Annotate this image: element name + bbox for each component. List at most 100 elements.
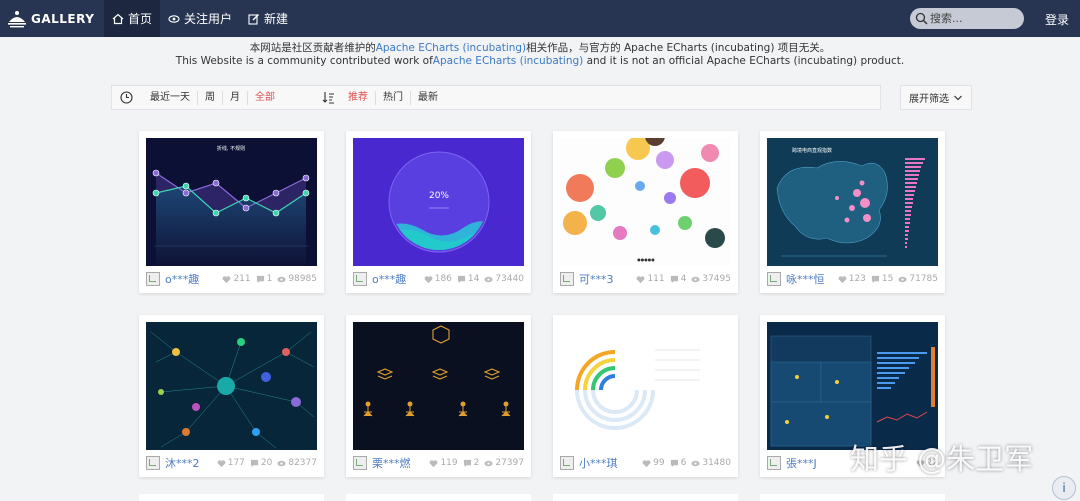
gallery-logo-icon [8, 10, 26, 27]
likes-count: 99 [653, 458, 665, 468]
gallery-card[interactable]: 小***琪 99 6 31480 [553, 315, 738, 477]
card-meta: 小***琪 99 6 31480 [560, 454, 731, 472]
likes-count: 186 [434, 274, 452, 284]
thumb-title-4: 跨境电商直观指数 [792, 147, 832, 154]
avatar[interactable] [353, 456, 367, 470]
comment-icon [250, 459, 259, 467]
gallery-card-partial[interactable] [139, 494, 324, 501]
filter-all[interactable]: 全部 [248, 91, 282, 105]
apache-echarts-link[interactable]: Apache ECharts (incubating) [376, 42, 526, 54]
filter-month[interactable]: 月 [223, 90, 248, 105]
heart-icon [637, 275, 645, 283]
edit-icon [248, 13, 260, 25]
avatar[interactable] [146, 456, 160, 470]
expand-filter-button[interactable]: 展开筛选 [900, 85, 972, 110]
views-count: 27397 [495, 458, 524, 468]
heart-icon [642, 459, 651, 467]
chart-thumbnail[interactable] [146, 322, 317, 450]
gallery-logo[interactable]: GALLERY [0, 0, 104, 37]
sort-icon [322, 92, 334, 104]
likes-count: 123 [848, 274, 866, 284]
eye-icon [168, 14, 180, 23]
eye-icon [691, 460, 700, 466]
chart-thumbnail[interactable] [767, 322, 938, 450]
card-meta: o***趣 186 14 73440 [353, 270, 524, 288]
watermark: 知乎 @朱卫军 [850, 442, 1034, 476]
gallery-card[interactable]: 跨境电商直观指数 咏***恒 123 15 71785 [760, 131, 945, 293]
top-navbar: GALLERY 首页 关注用户 新建 登录 [0, 0, 1080, 37]
disclaimer-notice: 本网站是社区贡献者维护的Apache ECharts (incubating)相… [0, 42, 1080, 68]
info-button[interactable]: i [1052, 476, 1076, 500]
thumbnail-map-chart: 跨境电商直观指数 [767, 138, 938, 266]
author-name[interactable]: o***趣 [165, 271, 217, 287]
views-count: 73440 [495, 274, 524, 284]
thumbnail-radial-chart [560, 322, 731, 450]
author-name[interactable]: 沐***2 [165, 455, 212, 471]
card-stats: 123 15 71785 [833, 274, 938, 284]
login-link[interactable]: 登录 [1045, 11, 1069, 28]
gallery-card-partial[interactable] [346, 494, 531, 501]
comment-icon [463, 459, 471, 467]
chart-thumbnail[interactable]: 20% [353, 138, 524, 266]
nav-following[interactable]: 关注用户 [160, 0, 240, 37]
filter-week[interactable]: 周 [198, 90, 223, 105]
views-count: 71785 [909, 274, 938, 284]
avatar[interactable] [767, 272, 781, 286]
gallery-card-partial[interactable] [553, 494, 738, 501]
comment-icon [457, 275, 466, 283]
filter-last-day[interactable]: 最近一天 [143, 90, 198, 105]
card-meta: 可***3 111 4 37495 [560, 270, 731, 288]
chart-thumbnail[interactable] [560, 322, 731, 450]
gallery-card[interactable]: 折线, 不规则 o***趣 211 1 98985 [139, 131, 324, 293]
comments-count: 14 [467, 274, 480, 284]
chart-thumbnail[interactable]: ●●●●● [560, 138, 731, 266]
thumb-percent: 20% [429, 191, 449, 201]
views-count: 31480 [702, 458, 731, 468]
gallery-card[interactable]: 栗***燃 119 2 27397 [346, 315, 531, 477]
author-name[interactable]: 栗***燃 [372, 455, 424, 471]
chart-thumbnail[interactable]: 折线, 不规则 [146, 138, 317, 266]
author-name[interactable]: 咏***恒 [786, 271, 833, 287]
gallery-card-partial[interactable] [760, 494, 945, 501]
avatar[interactable] [560, 456, 574, 470]
comment-icon [670, 275, 678, 283]
likes-count: 119 [440, 458, 458, 468]
likes-count: 111 [647, 274, 665, 284]
likes-count: 211 [233, 274, 251, 284]
comments-count: 1 [266, 274, 273, 284]
search-box[interactable] [910, 8, 1024, 29]
sort-recommended[interactable]: 推荐 [341, 90, 376, 105]
nav-home[interactable]: 首页 [104, 0, 161, 37]
thumb-title-1: 折线, 不规则 [217, 145, 245, 152]
heart-icon [424, 275, 433, 283]
card-meta: 咏***恒 123 15 71785 [767, 270, 938, 288]
expand-filter-label: 展开筛选 [909, 94, 949, 105]
apache-echarts-link-en[interactable]: Apache ECharts (incubating) [433, 55, 583, 67]
comment-icon [256, 275, 264, 283]
chart-thumbnail[interactable] [353, 322, 524, 450]
nav-new[interactable]: 新建 [240, 0, 296, 37]
author-name[interactable]: o***趣 [372, 271, 419, 287]
notice-line2-pre: This Website is a community contributed … [175, 55, 433, 67]
author-name[interactable]: 可***3 [579, 271, 631, 287]
gallery-card[interactable]: ●●●●● 可***3 111 4 37495 [553, 131, 738, 293]
avatar[interactable] [353, 272, 367, 286]
heart-icon [217, 459, 226, 467]
avatar[interactable] [560, 272, 574, 286]
chart-thumbnail[interactable]: 跨境电商直观指数 [767, 138, 938, 266]
avatar[interactable] [767, 456, 781, 470]
sort-popular[interactable]: 热门 [376, 90, 411, 105]
thumb-caption-3: ●●●●● [637, 257, 655, 262]
chevron-down-icon [954, 95, 962, 100]
sort-latest[interactable]: 最新 [411, 91, 445, 105]
author-name[interactable]: 小***琪 [579, 455, 637, 471]
filter-bar: 最近一天 周 月 全部 推荐 热门 最新 [111, 85, 881, 110]
search-input[interactable] [930, 12, 1020, 25]
gallery-card[interactable]: 沐***2 177 20 82377 [139, 315, 324, 477]
card-stats: 211 1 98985 [217, 274, 317, 284]
avatar[interactable] [146, 272, 160, 286]
thumbnail-graph-chart [146, 322, 317, 450]
gallery-card[interactable]: 20% o***趣 186 14 73440 [346, 131, 531, 293]
card-meta: o***趣 211 1 98985 [146, 270, 317, 288]
heart-icon [838, 275, 847, 283]
